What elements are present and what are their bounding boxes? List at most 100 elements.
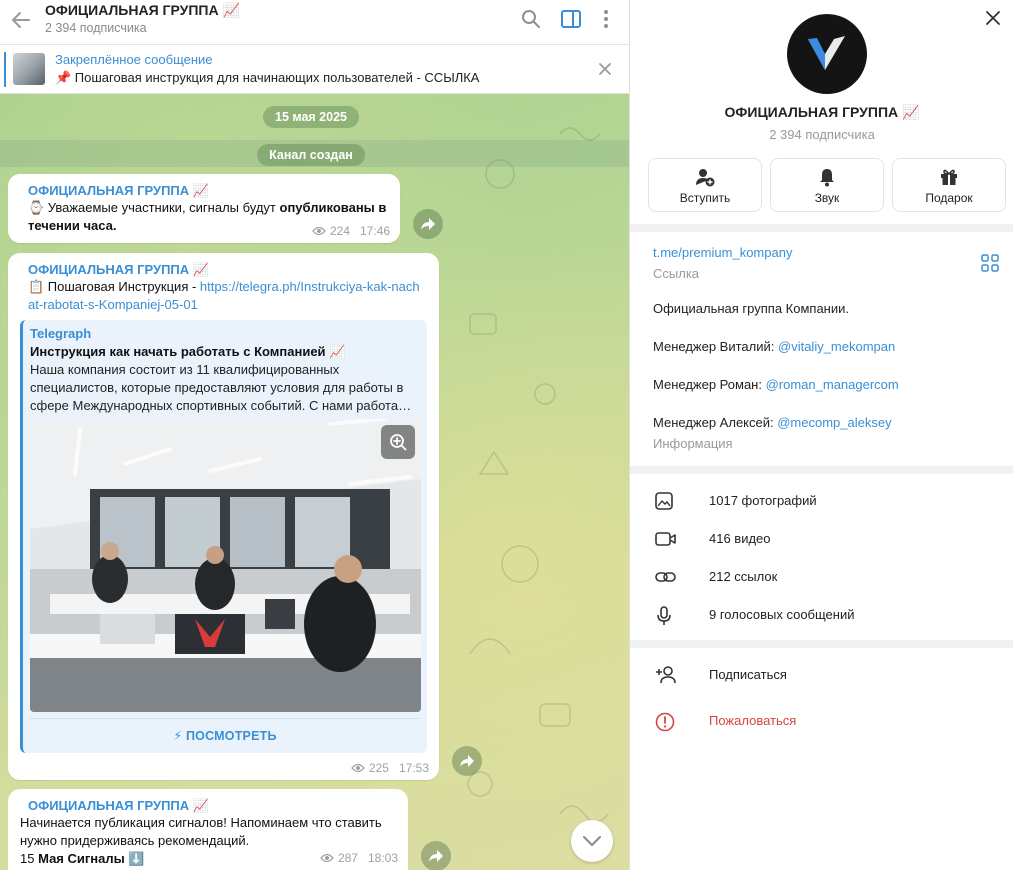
service-chip: Канал создан: [257, 144, 365, 166]
link-caption: Ссылка: [653, 266, 700, 281]
gift-label: Подарок: [925, 191, 973, 205]
gift-button[interactable]: Подарок: [892, 158, 1006, 212]
views-count: 224: [329, 224, 350, 238]
chat-column: ОФИЦИАЛЬНАЯ ГРУППА 📈 2 394 подписчика За…: [0, 0, 629, 870]
message-text: 📋 Пошаговая Инструкция - https://telegra…: [28, 278, 423, 314]
manager-line: Менеджер Роман: @roman_managercom: [653, 377, 899, 392]
message-author[interactable]: ОФИЦИАЛЬНАЯ ГРУППА 📈: [28, 797, 398, 814]
message-line2-plain: 15: [20, 851, 39, 866]
manager-line: Менеджер Виталий: @vitaliy_mekompan: [653, 339, 895, 354]
preview-photo[interactable]: [30, 419, 421, 712]
report-row[interactable]: Пожаловаться: [630, 702, 1013, 740]
media-voice-label: 9 голосовых сообщений: [709, 607, 855, 622]
add-user-icon: [696, 169, 715, 187]
scroll-down-button[interactable]: [571, 820, 613, 862]
chat-subscribers: 2 394 подписчика: [45, 21, 147, 35]
forward-button[interactable]: [413, 209, 443, 239]
forward-icon: [421, 218, 435, 230]
info-caption: Информация: [653, 436, 733, 451]
add-user-icon: [656, 666, 676, 684]
manager-handle[interactable]: @mecomp_aleksey: [777, 415, 891, 430]
back-arrow-icon[interactable]: [10, 9, 32, 31]
forward-icon: [429, 850, 443, 862]
section-divider: [630, 466, 1013, 474]
message-bubble[interactable]: ОФИЦИАЛЬНАЯ ГРУППА 📈 ⌚ Уважаемые участни…: [8, 174, 400, 243]
zoom-button[interactable]: [381, 425, 415, 459]
message-time: 17:53: [398, 761, 429, 775]
office-photo-illustration: [30, 419, 421, 712]
pinned-message-bar[interactable]: Закреплённое сообщение 📌 Пошаговая инстр…: [0, 45, 629, 94]
message-line2-bold: Мая Сигналы: [38, 851, 125, 866]
manager-line: Менеджер Алексей: @mecomp_aleksey: [653, 415, 892, 430]
manager-label: Менеджер Виталий:: [653, 339, 778, 354]
warning-icon: [655, 712, 675, 732]
join-button[interactable]: Вступить: [648, 158, 762, 212]
message-author[interactable]: ОФИЦИАЛЬНАЯ ГРУППА 📈: [28, 182, 390, 199]
link-preview[interactable]: Telegraph Инструкция как начать работать…: [20, 320, 427, 753]
preview-view-button[interactable]: ⚡ ПОСМОТРЕТЬ: [30, 718, 420, 753]
close-icon[interactable]: [597, 61, 613, 77]
more-menu-icon[interactable]: [595, 8, 617, 30]
video-icon: [655, 532, 676, 546]
pinned-thumbnail: [13, 53, 45, 85]
chat-title[interactable]: ОФИЦИАЛЬНАЯ ГРУППА 📈: [45, 2, 240, 19]
pinned-title: Закреплённое сообщение: [55, 52, 213, 67]
preview-title: Инструкция как начать работать с Компани…: [30, 344, 346, 359]
message-text-plain: 📋 Пошаговая Инструкция -: [28, 279, 200, 294]
link-icon: [655, 572, 676, 582]
channel-logo: [808, 36, 845, 70]
search-icon[interactable]: [520, 8, 542, 30]
date-chip: 15 мая 2025: [263, 106, 359, 128]
views-count: 287: [337, 851, 358, 865]
message-text: Начинается публикация сигналов! Напомина…: [20, 815, 382, 848]
channel-avatar[interactable]: [787, 14, 867, 94]
media-videos-label: 416 видео: [709, 531, 771, 546]
message-time: 18:03: [367, 851, 398, 865]
preview-description: Наша компания состоит из 11 квалифициров…: [30, 362, 412, 413]
media-links-label: 212 ссылок: [709, 569, 778, 584]
message-text-plain: ⌚ Уважаемые участники, сигналы будут: [28, 200, 280, 215]
sound-button[interactable]: Звук: [770, 158, 884, 212]
message-time: 17:46: [359, 224, 390, 238]
join-label: Вступить: [679, 191, 731, 205]
side-panel-icon[interactable]: [560, 8, 582, 30]
media-voice-row[interactable]: 9 голосовых сообщений: [630, 596, 1013, 634]
views-icon: [351, 763, 365, 773]
section-divider: [630, 224, 1013, 232]
forward-icon: [460, 755, 474, 767]
channel-link[interactable]: t.me/premium_kompany: [653, 245, 792, 260]
message-bubble[interactable]: ОФИЦИАЛЬНАЯ ГРУППА 📈 Начинается публикац…: [8, 789, 408, 870]
message-bubble[interactable]: ОФИЦИАЛЬНАЯ ГРУППА 📈 📋 Пошаговая Инструк…: [8, 253, 439, 780]
forward-button[interactable]: [421, 841, 451, 870]
message-line2-emoji: ⬇️: [124, 851, 145, 866]
message-author[interactable]: ОФИЦИАЛЬНАЯ ГРУППА 📈: [28, 261, 429, 278]
photo-icon: [655, 492, 673, 510]
qr-code-icon[interactable]: [981, 254, 999, 272]
channel-info-panel: ОФИЦИАЛЬНАЯ ГРУППА 📈 2 394 подписчика Вс…: [629, 0, 1013, 870]
zoom-in-icon: [390, 434, 407, 451]
pinned-indicator: [4, 52, 6, 87]
subscribe-row[interactable]: Подписаться: [630, 656, 1013, 694]
bell-icon: [820, 169, 834, 187]
manager-handle[interactable]: @vitaliy_mekompan: [778, 339, 895, 354]
manager-handle[interactable]: @roman_managercom: [766, 377, 899, 392]
media-photos-row[interactable]: 1017 фотографий: [630, 482, 1013, 520]
pinned-text: 📌 Пошаговая инструкция для начинающих по…: [55, 70, 480, 85]
manager-label: Менеджер Роман:: [653, 377, 766, 392]
gift-icon: [941, 169, 957, 185]
channel-description: Официальная группа Компании.: [653, 301, 849, 316]
chat-header: ОФИЦИАЛЬНАЯ ГРУППА 📈 2 394 подписчика: [0, 0, 629, 45]
panel-subscribers: 2 394 подписчика: [769, 127, 875, 142]
media-videos-row[interactable]: 416 видео: [630, 520, 1013, 558]
forward-button[interactable]: [452, 746, 482, 776]
media-photos-label: 1017 фотографий: [709, 493, 817, 508]
media-links-row[interactable]: 212 ссылок: [630, 558, 1013, 596]
subscribe-label: Подписаться: [709, 667, 787, 682]
views-count: 225: [368, 761, 389, 775]
close-icon[interactable]: [983, 8, 1003, 28]
microphone-icon: [657, 606, 671, 625]
message-meta: 224 17:46: [312, 224, 390, 238]
report-label: Пожаловаться: [709, 713, 797, 728]
preview-site: Telegraph: [30, 326, 92, 341]
views-icon: [312, 226, 326, 236]
